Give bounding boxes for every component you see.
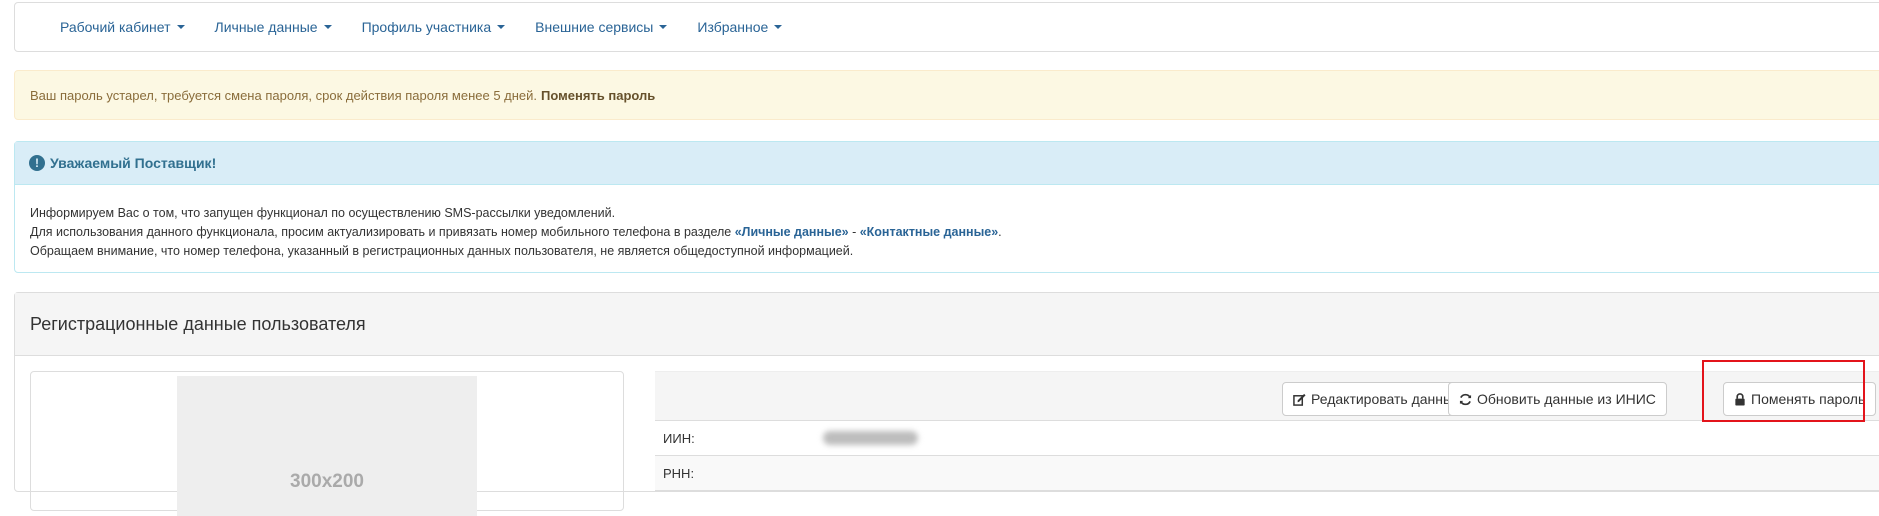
photo-frame: 300x200 xyxy=(30,371,624,516)
nav-item-label: Личные данные xyxy=(214,19,318,35)
info-line-3: Обращаем внимание, что номер телефона, у… xyxy=(30,244,854,258)
refresh-inis-button[interactable]: Обновить данные из ИНИС xyxy=(1448,382,1667,416)
refresh-icon xyxy=(1459,393,1472,405)
nav-item-participant-profile[interactable]: Профиль участника xyxy=(347,19,521,35)
redacted-value xyxy=(823,431,918,445)
nav-item-label: Внешние сервисы xyxy=(535,19,654,35)
change-password-label: Поменять пароль xyxy=(1751,391,1866,407)
edit-icon xyxy=(1293,393,1306,406)
nav-item-favorites[interactable]: Избранное xyxy=(682,19,797,35)
info-line-2: Для использования данного функционала, п… xyxy=(30,223,1878,242)
personal-data-link[interactable]: «Личные данные» xyxy=(735,225,849,239)
nav-item-workspace[interactable]: Рабочий кабинет xyxy=(45,19,200,35)
refresh-inis-label: Обновить данные из ИНИС xyxy=(1477,391,1656,407)
photo-placeholder-label: 300x200 xyxy=(290,471,364,492)
registration-panel: Регистрационные данные пользователя 300x… xyxy=(14,292,1879,516)
photo-placeholder: 300x200 xyxy=(177,376,477,516)
nav-menu: Рабочий кабинет Личные данные Профиль уч… xyxy=(15,3,1879,51)
field-row-rnn: РНН: xyxy=(655,456,1879,491)
info-line-1: Информируем Вас о том, что запущен функц… xyxy=(30,206,616,220)
registration-title: Регистрационные данные пользователя xyxy=(15,293,1879,356)
nav-item-label: Рабочий кабинет xyxy=(60,19,171,35)
nav-item-external-services[interactable]: Внешние сервисы xyxy=(520,19,682,35)
info-line-2-prefix: Для использования данного функционала, п… xyxy=(30,225,735,239)
top-navbar: Рабочий кабинет Личные данные Профиль уч… xyxy=(14,2,1879,52)
nav-item-label: Профиль участника xyxy=(361,19,492,35)
caret-down-icon xyxy=(659,25,668,29)
field-row-iin: ИИН: xyxy=(655,421,1879,456)
link-separator: - xyxy=(848,225,860,239)
lock-icon xyxy=(1735,392,1745,406)
caret-down-icon xyxy=(176,25,185,29)
registration-details: Редактировать данные Обновить данные из … xyxy=(655,371,1879,501)
contact-data-link[interactable]: «Контактные данные» xyxy=(860,225,998,239)
edit-data-button[interactable]: Редактировать данные xyxy=(1282,382,1472,416)
info-panel-body: Информируем Вас о том, что запущен функц… xyxy=(15,185,1879,261)
password-expiry-alert: Ваш пароль устарел, требуется смена паро… xyxy=(14,70,1879,120)
change-password-link[interactable]: Поменять пароль xyxy=(541,88,655,103)
change-password-button[interactable]: Поменять пароль xyxy=(1723,382,1877,416)
sms-info-panel: ! Уважаемый Поставщик! Информируем Вас о… xyxy=(14,141,1879,273)
info-line-2-suffix: . xyxy=(998,225,1002,239)
details-toolbar: Редактировать данные Обновить данные из … xyxy=(655,371,1879,421)
password-alert-text: Ваш пароль устарел, требуется смена паро… xyxy=(30,87,538,103)
info-panel-title: Уважаемый Поставщик! xyxy=(50,155,217,171)
nav-item-personal-data[interactable]: Личные данные xyxy=(200,19,347,35)
info-panel-heading: ! Уважаемый Поставщик! xyxy=(15,142,1879,185)
caret-down-icon xyxy=(323,25,332,29)
caret-down-icon xyxy=(774,25,783,29)
edit-data-label: Редактировать данные xyxy=(1311,391,1461,407)
caret-down-icon xyxy=(497,25,506,29)
nav-item-label: Избранное xyxy=(697,19,769,35)
exclamation-circle-icon: ! xyxy=(29,155,45,171)
field-label: РНН: xyxy=(663,465,695,481)
